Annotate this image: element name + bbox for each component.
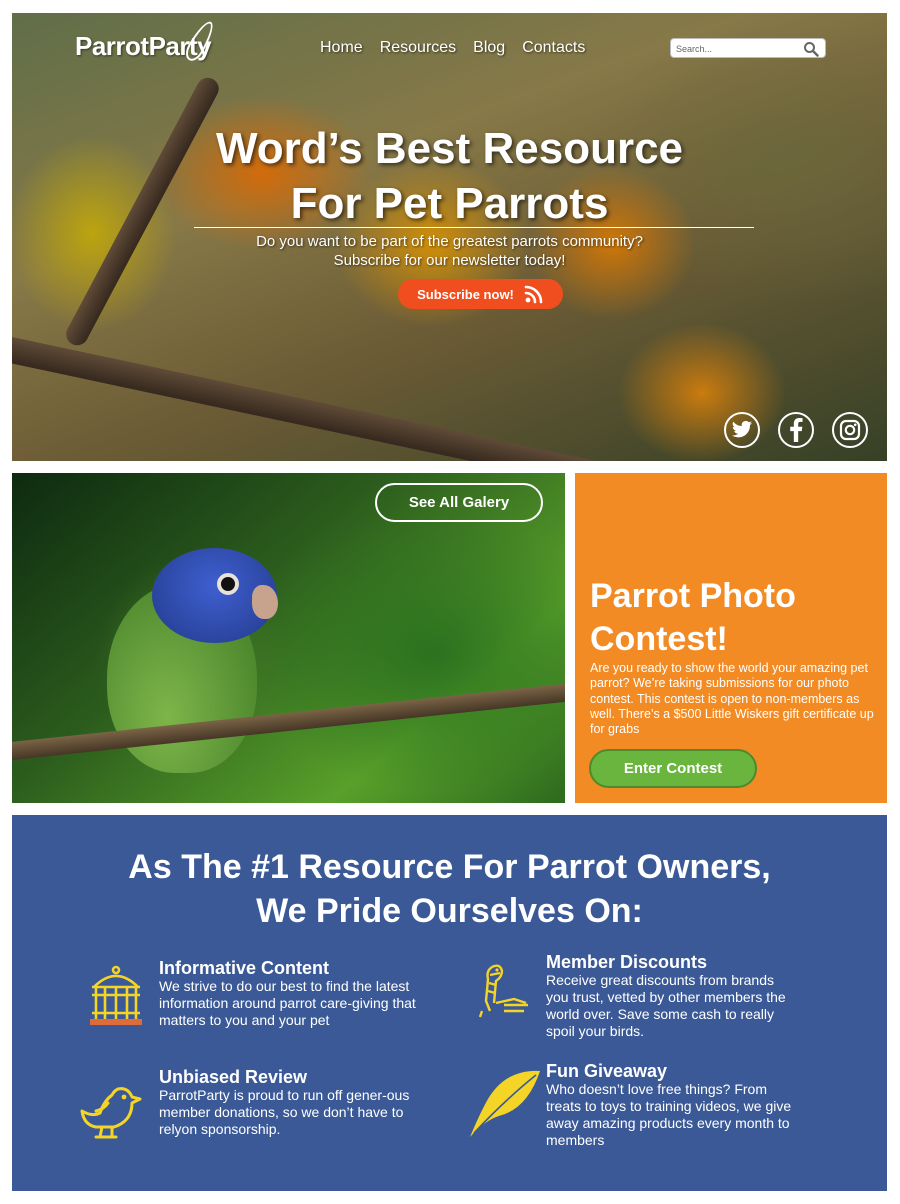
parrot-eye [217, 573, 239, 595]
feature-body: Who doesn’t love free things? From treat… [546, 1081, 792, 1148]
feather-icon [470, 1070, 540, 1137]
see-all-gallery-button[interactable]: See All Galery [375, 483, 543, 522]
nav-blog[interactable]: Blog [473, 39, 505, 57]
feature-unbiased-review: Unbiased Review ParrotParty is proud to … [159, 1067, 419, 1138]
perch-branch [12, 680, 565, 761]
features-heading: As The #1 Resource For Parrot Owners, We… [128, 848, 771, 930]
photo-contest-panel: Parrot Photo Contest! Are you ready to s… [575, 473, 887, 803]
bird-icon [80, 1087, 142, 1139]
main-nav: Home Resources Blog Contacts [320, 39, 585, 57]
enter-contest-button[interactable]: Enter Contest [589, 749, 757, 788]
parrot-perch-icon [478, 964, 528, 1018]
subscribe-label: Subscribe now! [417, 286, 514, 302]
hero-divider [194, 227, 754, 228]
search-icon[interactable] [803, 41, 819, 57]
hero-title-line2: For Pet Parrots [290, 179, 609, 228]
feature-body: ParrotParty is proud to run off gener-ou… [159, 1087, 410, 1137]
feature-body: We strive to do our best to find the lat… [159, 978, 416, 1028]
hero-banner: ParrotParty Home Resources Blog Contacts… [12, 13, 887, 461]
feature-title: Member Discounts [546, 952, 708, 972]
instagram-icon[interactable] [832, 412, 868, 448]
feature-body: Receive great discounts from brands you … [546, 972, 786, 1039]
search-input[interactable] [671, 40, 799, 58]
contest-title: Parrot Photo Contest! [590, 577, 796, 658]
parrot-beak [252, 585, 278, 619]
twitter-icon[interactable] [724, 412, 760, 448]
feature-title: Fun Giveaway [546, 1061, 668, 1081]
contest-description: Are you ready to show the world your ama… [590, 661, 874, 737]
social-links [724, 412, 868, 448]
feature-informative-content: Informative Content We strive to do our … [159, 958, 419, 1029]
feature-member-discounts: Member Discounts Receive great discounts… [546, 952, 796, 1040]
feature-title: Informative Content [159, 958, 330, 978]
feature-title: Unbiased Review [159, 1067, 308, 1087]
nav-home[interactable]: Home [320, 39, 363, 57]
feature-fun-giveaway: Fun Giveaway Who doesn’t love free thing… [546, 1061, 796, 1149]
birdcage-icon [90, 965, 142, 1025]
rss-icon [524, 285, 543, 304]
hero-title: Word’s Best Resource For Pet Parrots [12, 121, 887, 231]
hero-subtitle: Do you want to be part of the greatest p… [256, 233, 643, 269]
search-box [670, 38, 826, 58]
gallery-image[interactable]: See All Galery [12, 473, 565, 803]
subscribe-button[interactable]: Subscribe now! [398, 279, 563, 309]
nav-contacts[interactable]: Contacts [522, 39, 585, 57]
facebook-icon[interactable] [778, 412, 814, 448]
hero-title-line1: Word’s Best Resource [215, 124, 684, 173]
features-section: As The #1 Resource For Parrot Owners, We… [12, 815, 887, 1191]
nav-resources[interactable]: Resources [380, 39, 456, 57]
